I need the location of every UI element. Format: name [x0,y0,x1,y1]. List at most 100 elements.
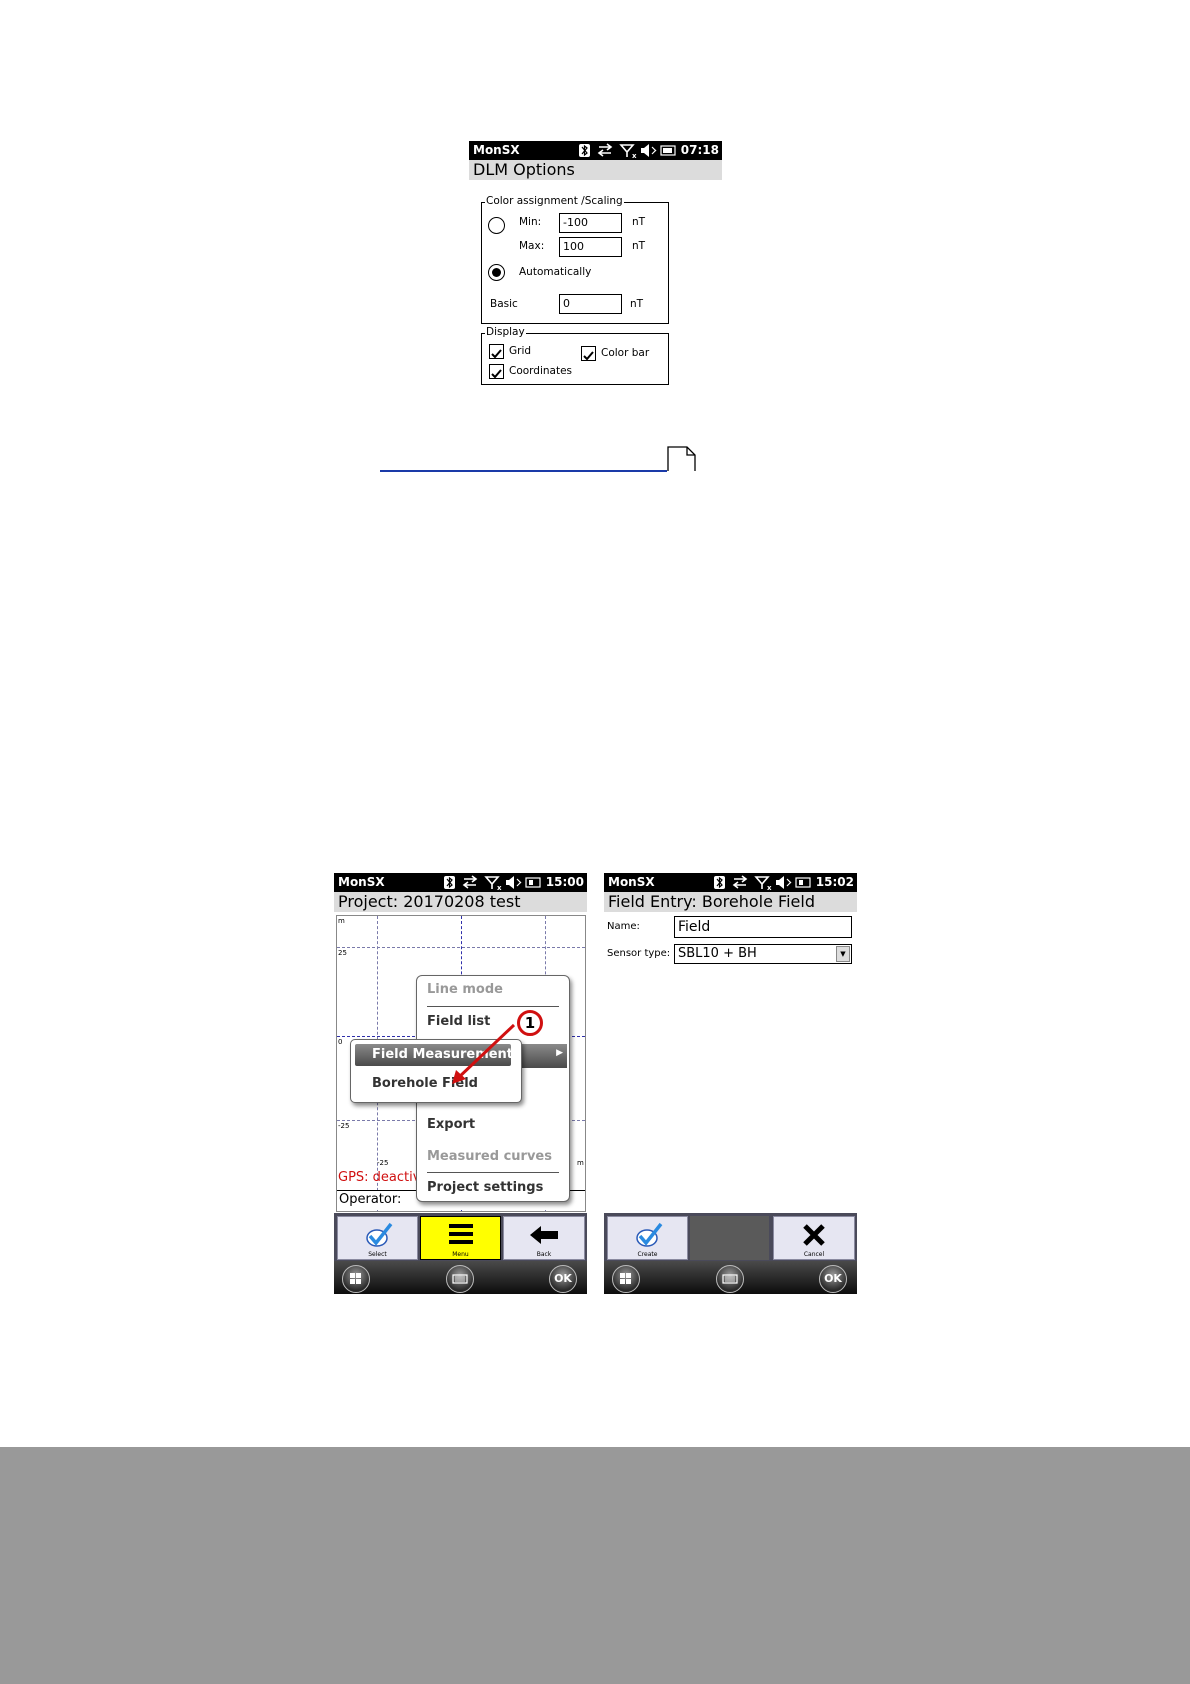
axis-label: m [338,917,345,925]
keyboard-button[interactable] [446,1265,474,1293]
ok-button[interactable]: OK [819,1265,847,1293]
name-label: Name: [607,921,640,932]
name-input[interactable]: Field [674,916,852,938]
keyboard-button[interactable] [716,1265,744,1293]
status-icons: x [444,875,541,891]
status-time: 07:18 [680,143,719,157]
basic-input[interactable]: 0 [559,294,622,314]
min-input[interactable]: -100 [559,213,622,233]
max-label: Max: [519,240,545,252]
colorbar-checkbox[interactable] [581,346,596,361]
axis-label: -25 [338,1122,350,1130]
cancel-button[interactable]: Cancel [773,1216,855,1260]
max-input[interactable]: 100 [559,237,622,257]
callout-badge: 1 [517,1010,543,1036]
svg-text:x: x [632,152,637,159]
create-check-icon [636,1222,663,1247]
project-screenshot: MonSX x 15:00 Project: 20170208 test m 2… [334,873,587,1294]
submenu-arrow-icon: ▶ [556,1048,563,1058]
back-arrow-icon [530,1226,558,1244]
basic-unit: nT [630,298,644,310]
app-name: MonSX [338,875,385,889]
automatic-radio[interactable] [488,264,505,281]
sensor-type-label: Sensor type: [607,948,671,959]
coordinates-checkbox[interactable] [489,364,504,379]
window-title: Field Entry: Borehole Field [604,892,857,912]
keyboard-icon [722,1274,738,1284]
back-button[interactable]: Back [503,1216,585,1260]
windows-start-button[interactable] [342,1265,370,1293]
dropdown-arrow-icon[interactable]: ▼ [836,946,850,962]
sensor-type-select[interactable]: SBL10 + BH ▼ [674,944,852,964]
windows-taskbar: OK [334,1261,587,1294]
operator-label: Operator: [339,1192,402,1207]
menu-caption: Menu [452,1251,469,1258]
menu-item-line-mode[interactable]: Line mode [427,982,503,997]
status-time: 15:02 [815,875,854,889]
axis-label: 0 [338,1038,343,1046]
app-name: MonSX [608,875,655,889]
select-button[interactable]: Select [337,1216,418,1260]
app-name: MonSX [473,143,520,157]
windows-start-button[interactable] [612,1265,640,1293]
link-underline[interactable] [380,470,667,472]
grid-label: Grid [509,345,532,357]
status-bar: MonSX x 15:02 [604,873,857,892]
ok-button[interactable]: OK [549,1265,577,1293]
menu-button[interactable]: Menu [420,1216,501,1260]
sensor-type-value: SBL10 + BH [678,946,757,961]
status-icons: x [714,875,811,891]
keyboard-icon [452,1274,468,1284]
checkmark-icon [491,349,502,359]
colorbar-label: Color bar [601,347,650,359]
callout-number: 1 [524,1014,536,1032]
svg-text:x: x [767,884,772,891]
grid-checkbox[interactable] [489,344,504,359]
field-entry-screenshot: MonSX x 15:02 Field Entry: Borehole Fiel… [604,873,857,1294]
min-label: Min: [519,216,542,228]
back-caption: Back [536,1251,552,1258]
dlm-options-screenshot: MonSX x 07:18 DLM Options Color assignme… [469,141,722,386]
windows-logo-icon [620,1273,631,1284]
color-scaling-legend: Color assignment /Scaling [485,195,624,208]
axis-label: m [577,1159,584,1167]
empty-toolbar-slot [690,1216,769,1260]
grid-line [337,947,585,948]
menu-separator [427,1172,559,1173]
min-unit: nT [632,216,646,228]
display-legend: Display [485,326,526,339]
axis-label: 25 [338,949,347,957]
create-button[interactable]: Create [607,1216,688,1260]
windows-taskbar: OK [604,1261,857,1294]
status-bar: MonSX x 07:18 [469,141,722,160]
bottom-toolbar: Select Menu Back [334,1213,587,1261]
menu-item-export[interactable]: Export [427,1117,475,1132]
color-scaling-group: Color assignment /Scaling Min: -100 nT M… [481,195,669,324]
page-footer-band [0,1447,1190,1684]
menu-item-project-settings[interactable]: Project settings [427,1180,543,1195]
hamburger-icon [449,1224,473,1244]
coordinates-label: Coordinates [509,365,573,377]
create-caption: Create [637,1251,658,1258]
cancel-caption: Cancel [803,1251,825,1258]
select-check-icon [366,1222,393,1247]
manual-range-radio[interactable] [488,217,505,234]
svg-text:x: x [497,884,502,891]
display-group: Display Grid Color bar Coordinates [481,326,669,385]
close-icon [803,1224,825,1246]
status-icons: x [579,143,676,159]
window-title: DLM Options [469,160,722,180]
bottom-toolbar: Create Cancel [604,1213,857,1261]
automatic-label: Automatically [519,266,592,278]
axis-label: -25 [377,1159,389,1167]
select-caption: Select [368,1251,387,1258]
menu-item-measured-curves[interactable]: Measured curves [427,1149,552,1164]
checkmark-icon [491,369,502,379]
gps-status: GPS: deactiva [338,1170,429,1185]
window-title: Project: 20170208 test [334,892,587,912]
windows-logo-icon [350,1273,361,1284]
max-unit: nT [632,240,646,252]
note-icon [667,446,696,471]
basic-label: Basic [490,298,518,310]
checkmark-icon [583,351,594,361]
